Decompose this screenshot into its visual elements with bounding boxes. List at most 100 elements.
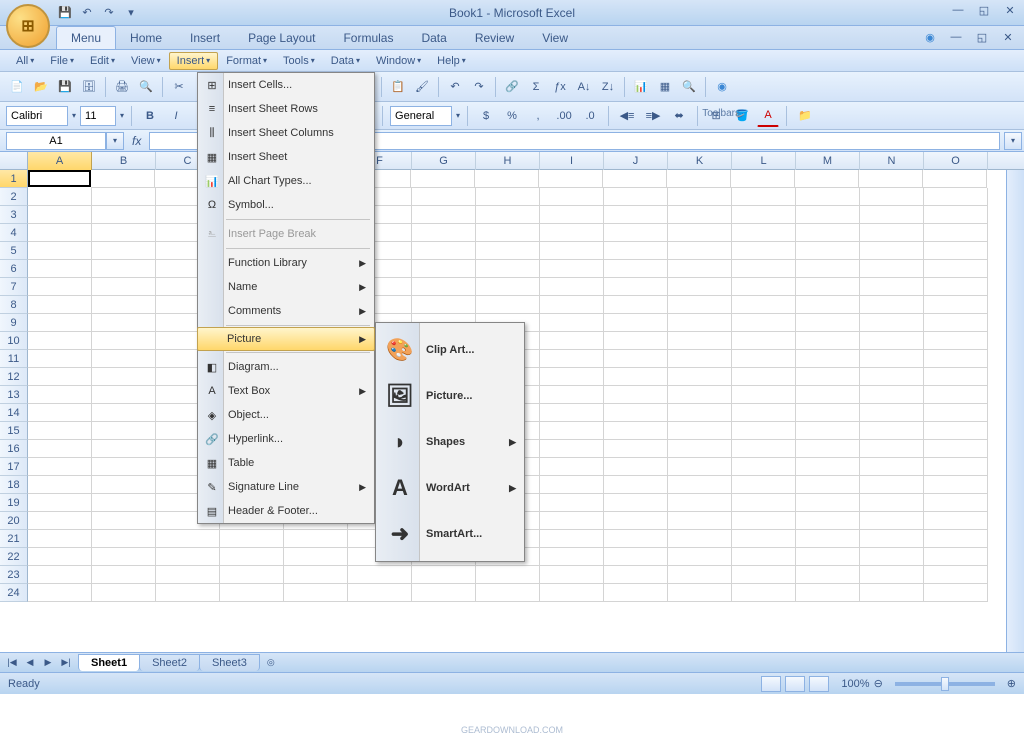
cell-M2[interactable] xyxy=(796,188,860,206)
row-header-23[interactable]: 23 xyxy=(0,566,28,584)
cell-A6[interactable] xyxy=(28,260,92,278)
hyperlink-icon[interactable]: 🔗 xyxy=(501,76,523,98)
last-sheet-button[interactable]: ▶| xyxy=(58,655,74,671)
cell-J17[interactable] xyxy=(604,458,668,476)
cell-B14[interactable] xyxy=(92,404,156,422)
bold-icon[interactable]: B xyxy=(139,105,161,127)
cell-M6[interactable] xyxy=(796,260,860,278)
column-header-O[interactable]: O xyxy=(924,152,988,170)
cell-J14[interactable] xyxy=(604,404,668,422)
cell-A20[interactable] xyxy=(28,512,92,530)
cell-N19[interactable] xyxy=(860,494,924,512)
cell-N24[interactable] xyxy=(860,584,924,602)
cell-I10[interactable] xyxy=(540,332,604,350)
cell-H4[interactable] xyxy=(476,224,540,242)
menu-edit[interactable]: Edit▾ xyxy=(82,52,123,70)
cell-L16[interactable] xyxy=(732,440,796,458)
sort-asc-icon[interactable]: A↓ xyxy=(573,76,595,98)
first-sheet-button[interactable]: |◀ xyxy=(4,655,20,671)
zoom-out-button[interactable]: ⊖ xyxy=(874,677,883,690)
menu-item-insert-sheet-rows[interactable]: ≡Insert Sheet Rows xyxy=(198,97,374,121)
cell-L21[interactable] xyxy=(732,530,796,548)
cell-A22[interactable] xyxy=(28,548,92,566)
cell-M24[interactable] xyxy=(796,584,860,602)
menu-item-symbol-[interactable]: ΩSymbol... xyxy=(198,193,374,217)
cell-A13[interactable] xyxy=(28,386,92,404)
cell-N17[interactable] xyxy=(860,458,924,476)
row-header-1[interactable]: 1 xyxy=(0,170,28,188)
menu-item-all-chart-types-[interactable]: 📊All Chart Types... xyxy=(198,169,374,193)
row-header-21[interactable]: 21 xyxy=(0,530,28,548)
row-header-14[interactable]: 14 xyxy=(0,404,28,422)
cell-N20[interactable] xyxy=(860,512,924,530)
doc-restore-button[interactable]: ◱ xyxy=(972,29,992,45)
print-icon[interactable]: 🖨 xyxy=(111,76,133,98)
cell-N3[interactable] xyxy=(860,206,924,224)
page-break-view-button[interactable] xyxy=(809,676,829,692)
cell-A12[interactable] xyxy=(28,368,92,386)
cell-N16[interactable] xyxy=(860,440,924,458)
cell-M20[interactable] xyxy=(796,512,860,530)
menu-file[interactable]: File▾ xyxy=(42,52,82,70)
pivot-icon[interactable]: ▦ xyxy=(654,76,676,98)
cell-A16[interactable] xyxy=(28,440,92,458)
minimize-button[interactable]: — xyxy=(948,2,968,18)
undo-icon[interactable]: ↶ xyxy=(444,76,466,98)
doc-minimize-button[interactable]: — xyxy=(946,29,966,45)
cell-H8[interactable] xyxy=(476,296,540,314)
cell-B7[interactable] xyxy=(92,278,156,296)
cell-L12[interactable] xyxy=(732,368,796,386)
cell-B13[interactable] xyxy=(92,386,156,404)
doc-close-button[interactable]: ✕ xyxy=(998,29,1018,45)
column-header-H[interactable]: H xyxy=(476,152,540,170)
cell-A11[interactable] xyxy=(28,350,92,368)
office-button[interactable]: ⊞ xyxy=(6,4,50,48)
percent-icon[interactable]: % xyxy=(501,105,523,127)
cell-G3[interactable] xyxy=(412,206,476,224)
currency-icon[interactable]: $ xyxy=(475,105,497,127)
save-icon[interactable]: 💾 xyxy=(54,76,76,98)
cell-O21[interactable] xyxy=(924,530,988,548)
cell-N11[interactable] xyxy=(860,350,924,368)
tab-view[interactable]: View xyxy=(528,27,582,49)
cell-L11[interactable] xyxy=(732,350,796,368)
cell-A7[interactable] xyxy=(28,278,92,296)
cell-L1[interactable] xyxy=(731,170,795,188)
cell-L6[interactable] xyxy=(732,260,796,278)
chart-icon[interactable]: 📊 xyxy=(630,76,652,98)
cell-N18[interactable] xyxy=(860,476,924,494)
row-header-16[interactable]: 16 xyxy=(0,440,28,458)
cell-A8[interactable] xyxy=(28,296,92,314)
cell-J21[interactable] xyxy=(604,530,668,548)
cell-J10[interactable] xyxy=(604,332,668,350)
new-sheet-button[interactable]: ◎ xyxy=(263,655,279,671)
cell-L8[interactable] xyxy=(732,296,796,314)
cell-F23[interactable] xyxy=(348,566,412,584)
font-color-icon[interactable]: A xyxy=(757,105,779,127)
cell-K6[interactable] xyxy=(668,260,732,278)
cell-I17[interactable] xyxy=(540,458,604,476)
cell-I1[interactable] xyxy=(539,170,603,188)
next-sheet-button[interactable]: ▶ xyxy=(40,655,56,671)
cell-I19[interactable] xyxy=(540,494,604,512)
cell-D23[interactable] xyxy=(220,566,284,584)
cell-J1[interactable] xyxy=(603,170,667,188)
menu-window[interactable]: Window▾ xyxy=(368,52,429,70)
column-header-J[interactable]: J xyxy=(604,152,668,170)
menu-item-diagram-[interactable]: ◧Diagram... xyxy=(198,355,374,379)
cell-G5[interactable] xyxy=(412,242,476,260)
open-icon[interactable]: 📂 xyxy=(30,76,52,98)
font-name-select[interactable] xyxy=(6,106,68,126)
cell-M1[interactable] xyxy=(795,170,859,188)
column-header-B[interactable]: B xyxy=(92,152,156,170)
cell-J6[interactable] xyxy=(604,260,668,278)
cell-O1[interactable] xyxy=(923,170,987,188)
menu-item-function-library[interactable]: Function Library▶ xyxy=(198,251,374,275)
cell-J2[interactable] xyxy=(604,188,668,206)
cell-J13[interactable] xyxy=(604,386,668,404)
cell-N13[interactable] xyxy=(860,386,924,404)
cell-C21[interactable] xyxy=(156,530,220,548)
format-painter-icon[interactable]: 🖌 xyxy=(411,76,433,98)
row-header-17[interactable]: 17 xyxy=(0,458,28,476)
tab-data[interactable]: Data xyxy=(407,27,460,49)
